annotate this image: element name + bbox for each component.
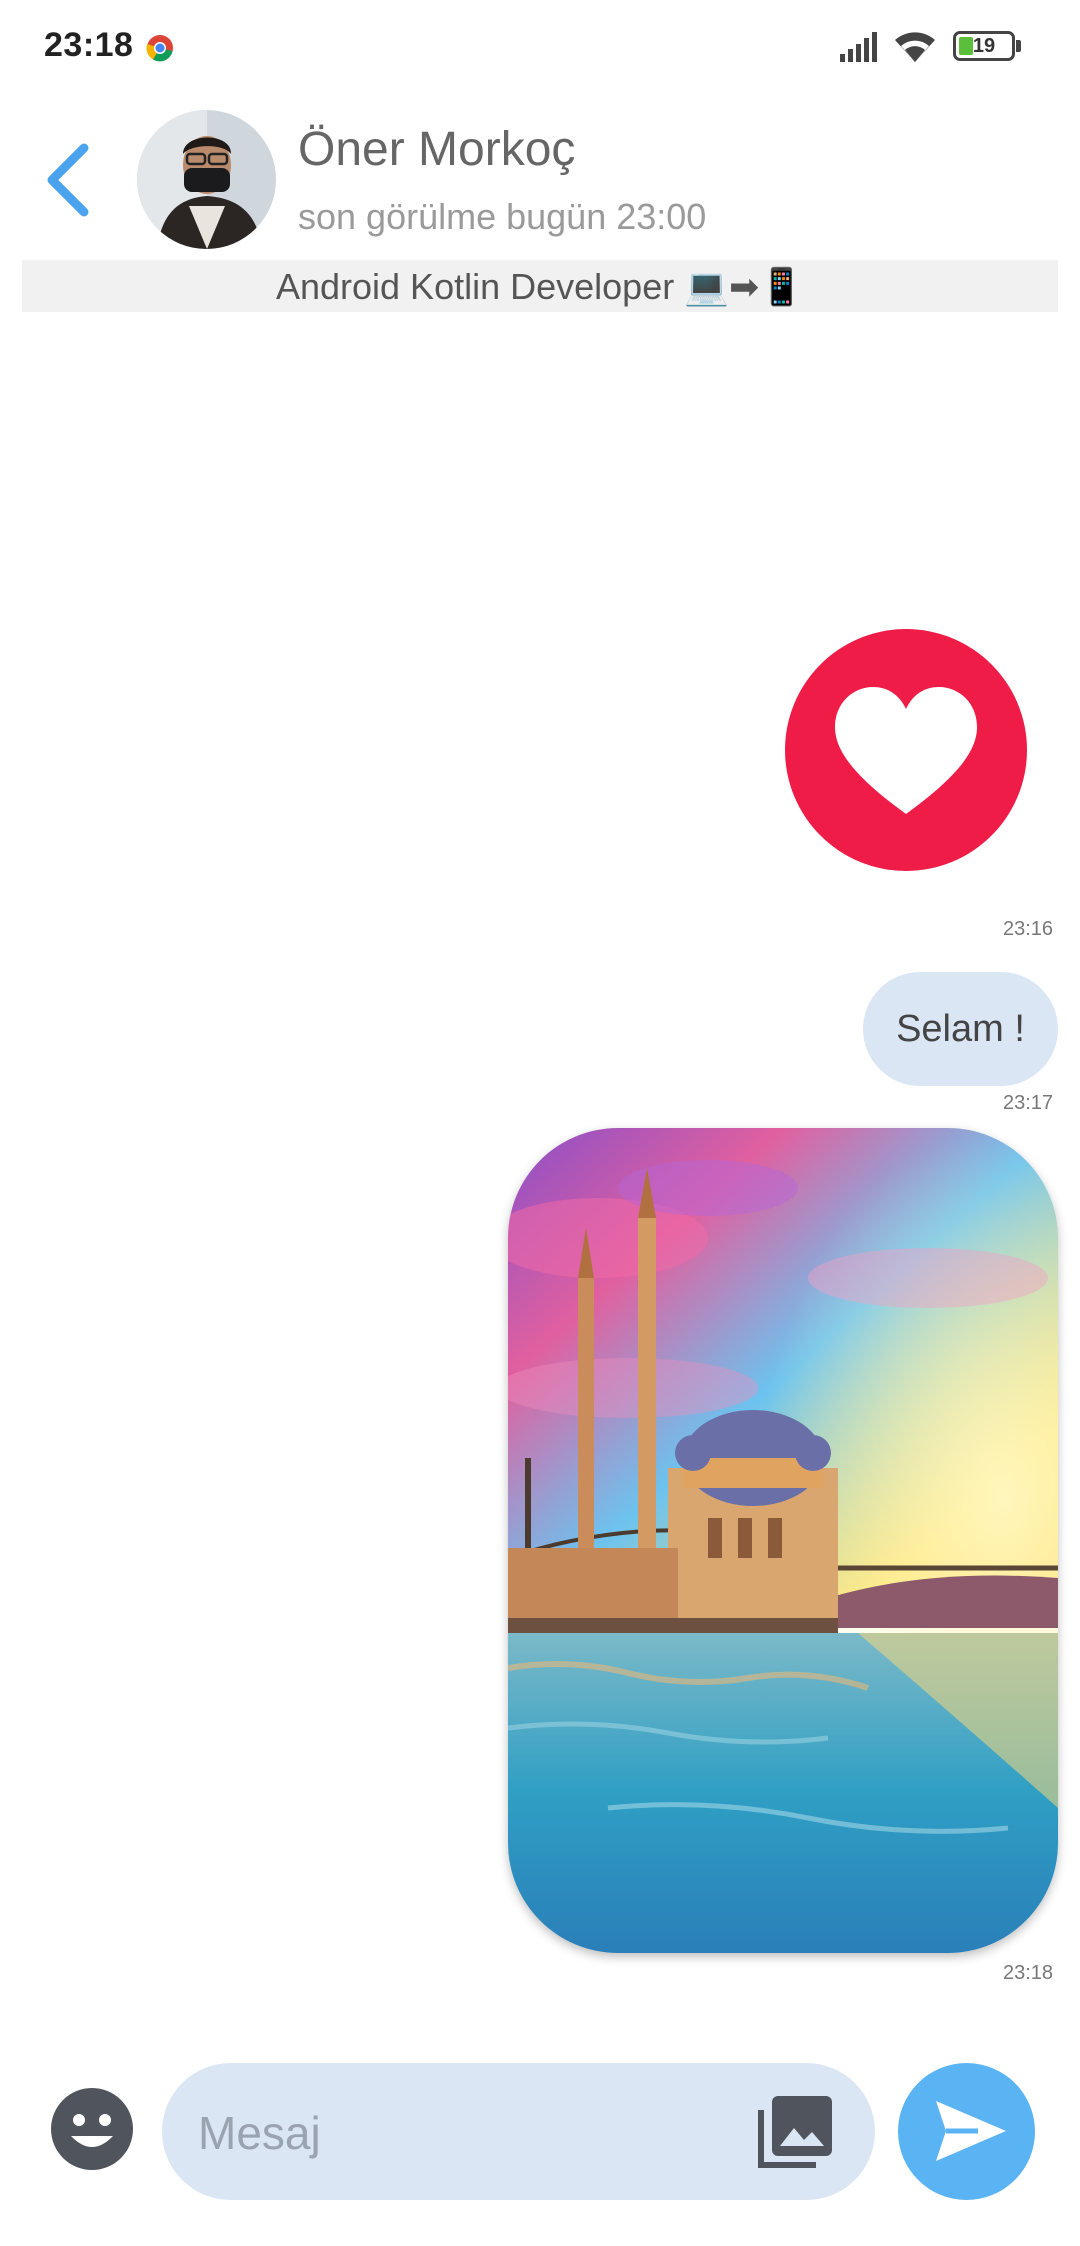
back-arrow-icon	[47, 143, 89, 217]
avatar[interactable]	[137, 110, 276, 249]
message-text: Selam !	[896, 1008, 1025, 1050]
emoji-icon	[71, 2114, 113, 2147]
gallery-icon	[758, 2096, 832, 2168]
wifi-icon	[895, 32, 935, 62]
chrome-icon	[146, 35, 173, 62]
message-composer	[162, 2063, 875, 2200]
send-icon	[936, 2101, 1006, 2161]
message-time: 23:16	[1003, 918, 1054, 940]
emoji-button[interactable]	[51, 2088, 133, 2170]
image-message[interactable]	[508, 1128, 1058, 1953]
battery-icon: 19	[953, 31, 1015, 61]
status-time: 23:18	[44, 26, 134, 64]
bio-bar: Android Kotlin Developer 💻➡📱	[22, 260, 1058, 312]
message-time: 23:18	[1003, 1962, 1054, 1984]
send-button[interactable]	[898, 2063, 1035, 2200]
battery-cap	[1016, 40, 1021, 52]
bio-text: Android Kotlin Developer 💻➡📱	[275, 266, 805, 307]
battery-level: 19	[972, 35, 996, 57]
message-input[interactable]	[196, 2093, 720, 2172]
last-seen-status: son görülme bugün 23:00	[298, 196, 707, 237]
message-time: 23:17	[1003, 1092, 1054, 1114]
text-message-bubble[interactable]: Selam !	[863, 972, 1058, 1086]
gallery-button[interactable]	[752, 2090, 838, 2176]
mosque-photo	[508, 1128, 1058, 1953]
signal-icon	[840, 32, 877, 62]
contact-name[interactable]: Öner Morkoç	[298, 122, 575, 177]
heart-message[interactable]	[785, 629, 1027, 871]
heart-icon	[835, 687, 977, 814]
back-button[interactable]	[40, 140, 100, 220]
avatar-photo	[137, 110, 276, 249]
